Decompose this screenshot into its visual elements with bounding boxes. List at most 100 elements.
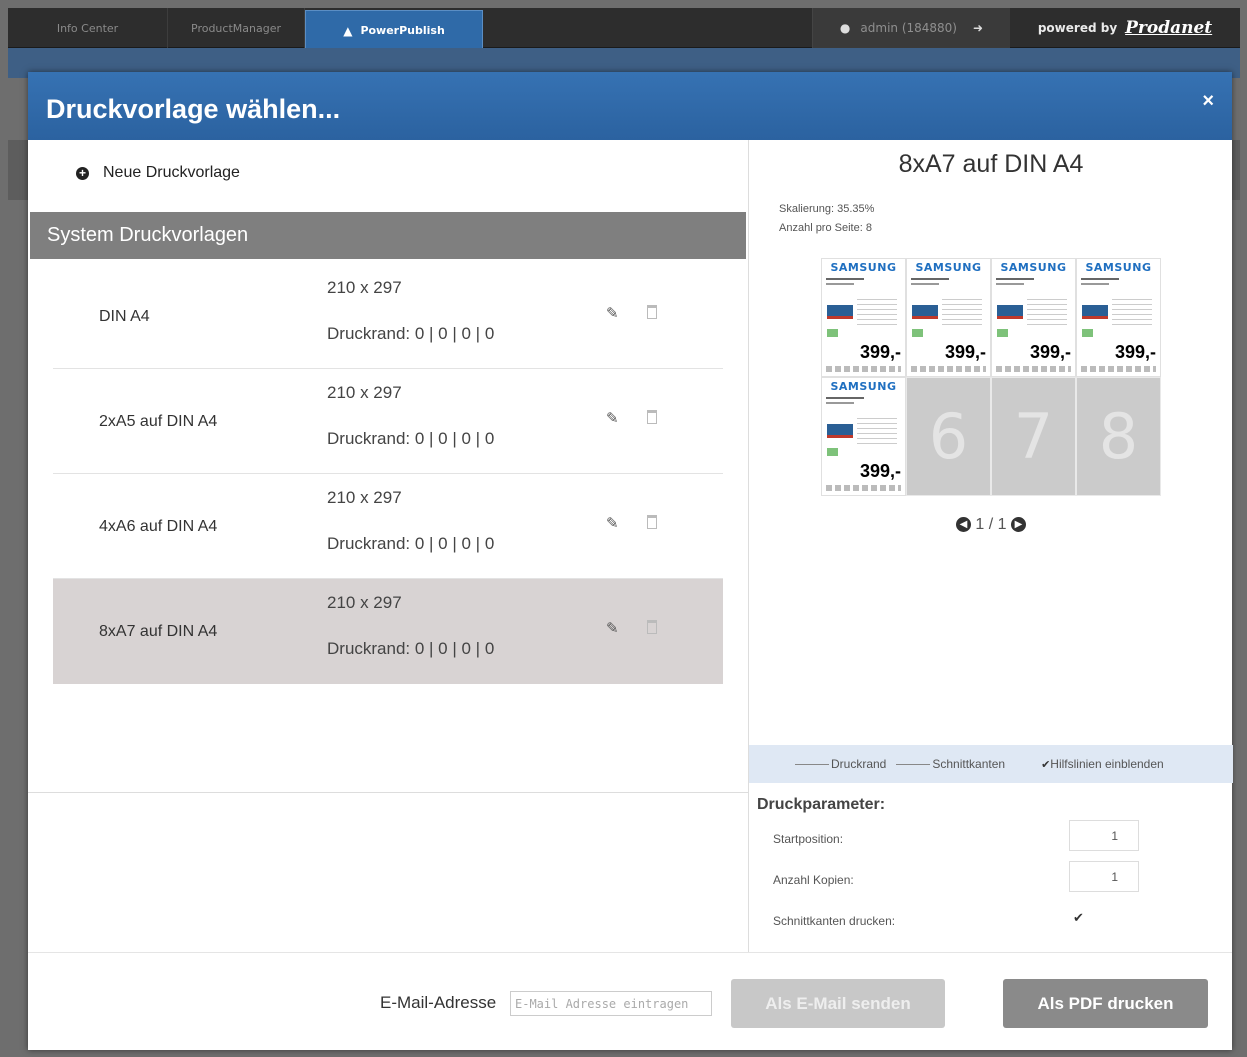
- email-input[interactable]: [510, 991, 712, 1016]
- param-print-cut-edges: Schnittkanten drucken: ✔: [773, 902, 1213, 942]
- edit-icon[interactable]: ✎: [606, 619, 619, 637]
- trash-icon[interactable]: [647, 305, 657, 319]
- template-name: 2xA5 auf DIN A4: [99, 413, 218, 430]
- tile-specs: [942, 299, 982, 325]
- param-start-position: Startposition:: [773, 820, 1213, 860]
- legend-cut-edges: Schnittkanten: [896, 757, 1005, 771]
- new-template-button[interactable]: + Neue Druckvorlage: [76, 164, 240, 182]
- divider: [28, 792, 748, 793]
- new-template-label: Neue Druckvorlage: [103, 164, 240, 181]
- tile-text-line: [996, 278, 1034, 280]
- tab-product-manager[interactable]: ProductManager: [168, 8, 305, 48]
- tile-specs: [857, 418, 897, 444]
- template-size: 210 x 297: [327, 593, 402, 612]
- email-label: E-Mail-Adresse: [380, 993, 497, 1012]
- show-guides-checkbox[interactable]: ✔ Hilfslinien einblenden: [1041, 757, 1164, 771]
- product-image: [912, 305, 938, 319]
- template-name: 8xA7 auf DIN A4: [99, 623, 218, 640]
- energy-badge: [997, 329, 1008, 337]
- trash-icon[interactable]: [647, 515, 657, 529]
- edit-icon[interactable]: ✎: [606, 304, 619, 322]
- preview-tile: SAMSUNG 399,-: [1076, 258, 1161, 377]
- app-topbar: Info Center ProductManager ▲ PowerPublis…: [8, 8, 1240, 50]
- template-dialog: Druckvorlage wählen... × + Neue Druckvor…: [28, 72, 1233, 1050]
- legend-label: Schnittkanten: [932, 757, 1006, 771]
- tile-footer: [996, 366, 1071, 372]
- tile-price: 399,-: [944, 342, 986, 362]
- empty-slot: 6: [906, 377, 991, 496]
- template-row-selected[interactable]: 8xA7 auf DIN A4 210 x 297 Druckrand: 0 |…: [53, 579, 723, 684]
- tab-info-center[interactable]: Info Center: [8, 8, 168, 48]
- template-row[interactable]: 2xA5 auf DIN A4 210 x 297 Druckrand: 0 |…: [53, 369, 723, 474]
- legend-line: [896, 763, 931, 765]
- param-label: Schnittkanten drucken:: [773, 914, 896, 928]
- template-margin: Druckrand: 0 | 0 | 0 | 0: [327, 534, 495, 553]
- tile-text-line: [1081, 283, 1109, 285]
- product-image: [997, 305, 1023, 319]
- template-size: 210 x 297: [327, 278, 402, 297]
- tile-text-line: [1081, 278, 1119, 280]
- legend-bar: Druckrand Schnittkanten ✔ Hilfslinien ei…: [749, 745, 1233, 783]
- home-icon: ▲: [343, 23, 353, 38]
- prev-page-icon[interactable]: ◀: [955, 517, 971, 533]
- preview-tile: SAMSUNG 399,-: [821, 377, 906, 496]
- template-row[interactable]: DIN A4 210 x 297 Druckrand: 0 | 0 | 0 | …: [53, 264, 723, 369]
- template-margin: Druckrand: 0 | 0 | 0 | 0: [327, 429, 495, 448]
- template-list-panel: + Neue Druckvorlage System Druckvorlagen…: [28, 140, 748, 952]
- tile-price: 399,-: [859, 461, 901, 481]
- logout-icon[interactable]: ➜: [973, 21, 983, 35]
- tile-text-line: [996, 283, 1024, 285]
- tile-brand: SAMSUNG: [915, 261, 982, 274]
- template-name: DIN A4: [99, 308, 150, 325]
- brand-logo: Prodanet: [1125, 18, 1213, 38]
- user-menu[interactable]: ● admin (184880) ➜: [812, 8, 1010, 48]
- edit-icon[interactable]: ✎: [606, 514, 619, 532]
- powered-by: powered by Prodanet: [1010, 8, 1240, 48]
- tile-text-line: [826, 397, 864, 399]
- energy-badge: [1082, 329, 1093, 337]
- preview-tile: SAMSUNG 399,-: [991, 258, 1076, 377]
- close-button[interactable]: ×: [1202, 90, 1214, 113]
- user-icon: ●: [839, 21, 851, 35]
- tile-specs: [1112, 299, 1152, 325]
- template-margin: Druckrand: 0 | 0 | 0 | 0: [327, 639, 495, 658]
- start-position-input[interactable]: [1069, 820, 1139, 851]
- product-image: [1082, 305, 1108, 319]
- dialog-title: Druckvorlage wählen...: [46, 94, 341, 124]
- print-pdf-button[interactable]: Als PDF drucken: [1003, 979, 1208, 1028]
- topbar-right: ● admin (184880) ➜ powered by Prodanet: [812, 8, 1240, 48]
- edit-icon[interactable]: ✎: [606, 409, 619, 427]
- trash-icon[interactable]: [647, 620, 657, 634]
- legend-label: Druckrand: [831, 757, 887, 771]
- params-title: Druckparameter:: [757, 796, 886, 813]
- tab-label: Info Center: [56, 21, 119, 35]
- empty-slot: 7: [991, 377, 1076, 496]
- trash-icon[interactable]: [647, 410, 657, 424]
- tile-footer: [826, 366, 901, 372]
- template-row[interactable]: 4xA6 auf DIN A4 210 x 297 Druckrand: 0 |…: [53, 474, 723, 579]
- tile-price: 399,-: [1029, 342, 1071, 362]
- template-list: DIN A4 210 x 297 Druckrand: 0 | 0 | 0 | …: [53, 264, 723, 684]
- tile-brand: SAMSUNG: [1000, 261, 1067, 274]
- tab-label: PowerPublish: [360, 24, 445, 37]
- tile-footer: [826, 485, 901, 491]
- tile-text-line: [826, 402, 854, 404]
- tab-power-publish[interactable]: ▲ PowerPublish: [305, 10, 483, 50]
- param-label: Startposition:: [773, 832, 844, 846]
- next-page-icon[interactable]: ▶: [1011, 517, 1027, 533]
- per-page-text: Anzahl pro Seite: 8: [779, 222, 872, 234]
- legend-print-margin: Druckrand: [795, 757, 886, 771]
- preview-panel: 8xA7 auf DIN A4 Skalierung: 35.35% Anzah…: [748, 140, 1233, 952]
- send-email-button[interactable]: Als E-Mail senden: [731, 979, 945, 1028]
- tile-text-line: [826, 283, 854, 285]
- empty-slot: 8: [1076, 377, 1161, 496]
- tile-price: 399,-: [1114, 342, 1156, 362]
- template-size: 210 x 297: [327, 488, 402, 507]
- tile-text-line: [911, 278, 949, 280]
- print-cut-edges-checkbox[interactable]: ✔: [1073, 910, 1084, 926]
- template-margin: Druckrand: 0 | 0 | 0 | 0: [327, 324, 495, 343]
- preview-meta: Skalierung: 35.35% Anzahl pro Seite: 8: [779, 200, 874, 238]
- copies-input[interactable]: [1069, 861, 1139, 892]
- param-copies: Anzahl Kopien:: [773, 861, 1213, 901]
- user-name: admin (184880): [860, 21, 957, 35]
